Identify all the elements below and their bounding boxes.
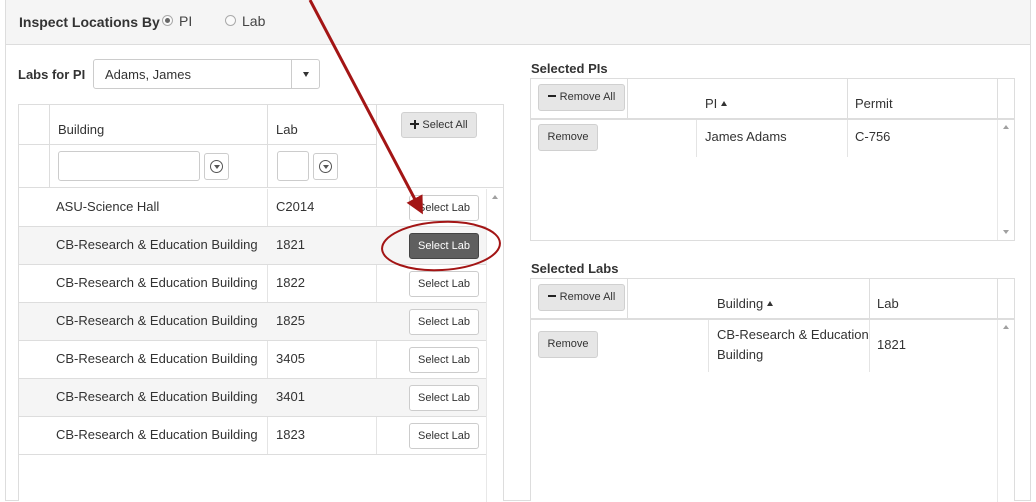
selected-lab-number: 1821: [877, 337, 906, 352]
remove-all-pis-button[interactable]: Remove All: [538, 84, 625, 111]
selected-lab-building-line2: Building: [717, 347, 764, 362]
inspect-by-title: Inspect Locations By: [19, 14, 160, 30]
selected-labs-header: Remove All Building Lab: [531, 279, 1014, 320]
remove-all-label: Remove All: [559, 91, 616, 103]
radio-lab-label[interactable]: Lab: [242, 13, 265, 29]
selected-lab-building-line1: CB-Research & Education: [717, 327, 869, 342]
remove-pi-button[interactable]: Remove: [538, 124, 598, 151]
selected-labs-title: Selected Labs: [531, 261, 619, 276]
select-lab-button[interactable]: Select Lab: [409, 385, 479, 411]
column-header-pi[interactable]: PI: [705, 96, 728, 111]
sort-ascending-icon: [721, 101, 728, 107]
row-building: ASU-Science Hall: [56, 199, 160, 214]
row-building: CB-Research & Education Building: [56, 313, 258, 328]
caret-down-icon: [303, 72, 309, 77]
selected-pis-header: Remove All PI Permit: [531, 79, 1014, 120]
minus-icon: [547, 95, 556, 98]
column-header-building-label: Building: [717, 296, 764, 311]
selected-pis-title: Selected PIs: [531, 61, 608, 76]
radio-lab[interactable]: [225, 15, 236, 26]
selected-pi-name: James Adams: [705, 129, 787, 144]
radio-pi-label[interactable]: PI: [179, 13, 192, 29]
select-lab-button[interactable]: Select Lab: [409, 271, 479, 297]
lab-filter-button[interactable]: [313, 153, 338, 180]
row-building: CB-Research & Education Building: [56, 351, 258, 366]
pi-select-toggle[interactable]: [291, 60, 319, 88]
table-row: CB-Research & Education Building 3401 Se…: [19, 379, 487, 417]
table-row: CB-Research & Education Building 1823 Se…: [19, 417, 487, 455]
column-header-permit[interactable]: Permit: [855, 96, 893, 111]
selected-pi-permit: C-756: [855, 129, 891, 144]
pi-select-value: Adams, James: [105, 67, 191, 82]
row-building: CB-Research & Education Building: [56, 237, 258, 252]
building-filter-button[interactable]: [204, 153, 229, 180]
radio-pi[interactable]: [162, 15, 173, 26]
row-building: CB-Research & Education Building: [56, 389, 258, 404]
row-lab: C2014: [276, 199, 315, 214]
row-lab: 1822: [276, 275, 305, 290]
select-lab-button[interactable]: Select Lab: [409, 309, 479, 335]
filter-icon: [210, 160, 223, 173]
scroll-up-icon[interactable]: [492, 195, 498, 199]
select-lab-button[interactable]: Select Lab: [409, 423, 479, 449]
table-row: CB-Research & Education Building 1822 Se…: [19, 265, 487, 303]
labs-table-scrollbar[interactable]: [486, 189, 503, 502]
row-building: CB-Research & Education Building: [56, 275, 258, 290]
labs-for-pi-label: Labs for PI: [18, 67, 86, 82]
selected-labs-scrollbar[interactable]: [997, 320, 1014, 502]
column-header-building[interactable]: Building: [717, 296, 774, 311]
table-row: CB-Research & Education Building 1825 Se…: [19, 303, 487, 341]
column-header-lab[interactable]: Lab: [877, 296, 899, 311]
remove-lab-button[interactable]: Remove: [538, 331, 598, 358]
building-filter-input[interactable]: [58, 151, 200, 181]
selected-pis-scrollbar[interactable]: [997, 120, 1014, 240]
selected-pis-table: Remove All PI Permit Remove James Adams …: [530, 78, 1015, 241]
labs-table: Building Lab Select All ASU-Science Hall…: [18, 104, 504, 502]
table-row: CB-Research & Education Building 1821 Se…: [19, 227, 487, 265]
row-lab: 3401: [276, 389, 305, 404]
row-building: CB-Research & Education Building: [56, 427, 258, 442]
row-lab: 1821: [276, 237, 305, 252]
filter-icon: [319, 160, 332, 173]
scroll-up-icon[interactable]: [1003, 325, 1009, 329]
row-lab: 1825: [276, 313, 305, 328]
scroll-up-icon[interactable]: [1003, 125, 1009, 129]
selected-labs-table: Remove All Building Lab Remove CB-Resear…: [530, 278, 1015, 502]
lab-filter-input[interactable]: [277, 151, 309, 181]
scroll-down-icon[interactable]: [1003, 230, 1009, 234]
labs-table-header: Building Lab Select All: [19, 105, 503, 188]
select-lab-button[interactable]: Select Lab: [409, 347, 479, 373]
select-all-label: Select All: [422, 119, 468, 131]
select-all-button[interactable]: Select All: [401, 112, 477, 138]
minus-icon: [547, 295, 556, 298]
column-header-building[interactable]: Building: [58, 122, 104, 137]
sort-ascending-icon: [767, 301, 774, 307]
table-row: CB-Research & Education Building 3405 Se…: [19, 341, 487, 379]
table-row: ASU-Science Hall C2014 Select Lab: [19, 189, 487, 227]
column-header-pi-label: PI: [705, 96, 718, 111]
column-header-lab[interactable]: Lab: [276, 122, 298, 137]
row-lab: 3405: [276, 351, 305, 366]
pi-select-dropdown[interactable]: Adams, James: [93, 59, 320, 89]
plus-icon: [410, 119, 420, 129]
inspect-by-header: Inspect Locations By PI Lab: [6, 0, 1030, 45]
row-lab: 1823: [276, 427, 305, 442]
remove-all-labs-button[interactable]: Remove All: [538, 284, 625, 311]
select-lab-button[interactable]: Select Lab: [409, 195, 479, 221]
select-lab-button-active[interactable]: Select Lab: [409, 233, 479, 259]
remove-all-label: Remove All: [559, 291, 616, 303]
